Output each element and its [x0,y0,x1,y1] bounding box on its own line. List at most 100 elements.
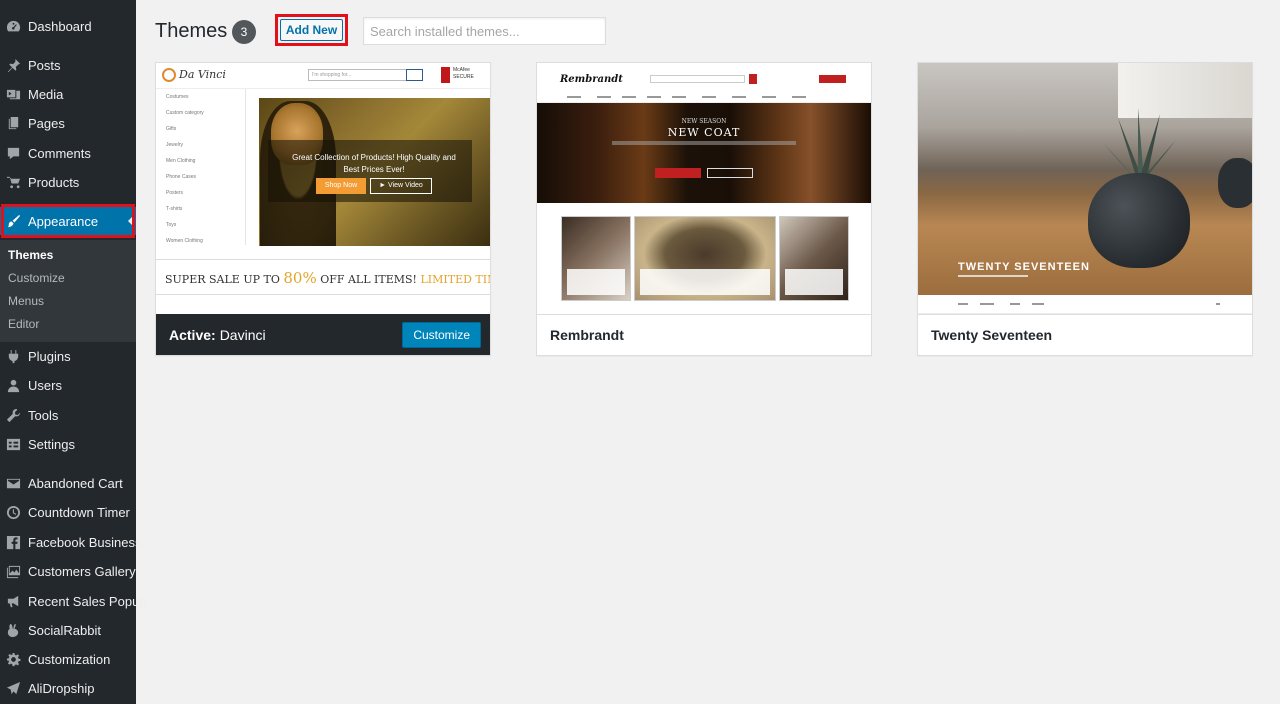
menu-label: Countdown Timer [28,504,130,520]
preview-security-badge [749,74,757,84]
plugin-icon [5,348,21,364]
menu-products[interactable]: Products [0,168,136,196]
preview-category: Jewelry [166,142,183,148]
rabbit-icon [5,622,21,638]
preview-plant-pot [1218,158,1252,208]
menu-appearance[interactable]: Appearance [0,207,136,235]
menu-alidropship[interactable]: AliDropship [0,674,136,702]
preview-category: T-shirts [166,206,183,212]
preview-hero-title: TWENTY SEVENTEEN [958,261,1090,273]
envelope-icon [5,475,21,491]
submenu-customize[interactable]: Customize [8,271,65,285]
page-title: Themes [155,20,228,42]
theme-screenshot: Rembrandt NEW SEASON NEW COAT [537,63,871,314]
menu-label: Appearance [28,213,99,229]
menu-customization[interactable]: Customization [0,645,136,673]
appearance-submenu: Themes Customize Menus Editor [0,240,136,342]
submenu-editor[interactable]: Editor [8,317,39,331]
menu-media[interactable]: Media [0,80,136,108]
preview-category: Women Clothing [166,238,203,244]
preview-category: Toys [166,222,177,228]
menu-tools[interactable]: Tools [0,401,136,429]
brush-icon [5,213,21,229]
preview-hero-description [612,141,796,145]
submenu-themes[interactable]: Themes [8,248,53,262]
pin-icon [5,57,21,73]
active-label: Active: [169,326,216,343]
admin-sidebar: Dashboard Posts Media Pages Comments Pro… [0,0,147,704]
theme-card-rembrandt[interactable]: Rembrandt NEW SEASON NEW COAT Rembrandt [536,62,872,356]
menu-label: Posts [28,57,61,73]
menu-label: Abandoned Cart [28,475,123,491]
preview-hero-title: NEW COAT [667,126,741,139]
active-menu-arrow [128,214,135,228]
settings-icon [5,436,21,452]
menu-label: Media [28,86,64,102]
menu-customers-gallery[interactable]: Customers Gallery [0,557,136,585]
preview-sale-banner: SUPER SALE UP TO 80% OFF ALL ITEMS! LIMI… [156,259,490,295]
user-icon [5,377,21,393]
menu-comments[interactable]: Comments [0,139,136,167]
preview-plant-pot [1088,173,1190,268]
preview-security-badge: McAfee SECURE [441,67,481,83]
menu-dashboard[interactable]: Dashboard [0,12,136,40]
menu-recent-sales-popup[interactable]: Recent Sales Popup [0,587,147,615]
menu-label: AliDropship [28,680,95,696]
preview-hero-primary-button [655,168,701,178]
preview-category: Posters [166,190,183,196]
preview-search [650,75,745,83]
menu-countdown-timer[interactable]: Countdown Timer [0,498,136,526]
preview-logo: Rembrandt [560,74,623,85]
theme-footer: Active: Davinci Customize [156,314,490,355]
preview-category-list: Costumes Custom category Gifts Jewelry M… [156,89,246,245]
menu-posts[interactable]: Posts [0,51,136,79]
menu-facebook-business[interactable]: Facebook Business [0,528,141,556]
menu-abandoned-cart[interactable]: Abandoned Cart [0,469,136,497]
facebook-icon [5,534,21,550]
submenu-menus[interactable]: Menus [8,294,44,308]
preview-hero-secondary-button [707,168,753,178]
menu-label: Facebook Business [28,534,142,550]
theme-card-davinci[interactable]: Da Vinci I'm shopping for... McAfee SECU… [155,62,491,356]
comment-icon [5,145,21,161]
search-themes-input[interactable] [363,17,606,45]
menu-settings[interactable]: Settings [0,430,136,458]
preview-hero-kicker: NEW SEASON [681,118,727,125]
pages-icon [5,115,21,131]
gear-icon [5,651,21,667]
theme-name: Davinci [219,326,266,343]
menu-users[interactable]: Users [0,371,136,399]
menu-socialrabbit[interactable]: SocialRabbit [0,616,136,644]
theme-name: Twenty Seventeen [931,327,1053,343]
cart-icon [5,174,21,190]
menu-label: Settings [28,436,75,452]
menu-pages[interactable]: Pages [0,109,136,137]
preview-category: Phone Cases [166,174,197,180]
preview-category: Custom category [166,110,204,116]
theme-count-badge: 3 [232,20,256,44]
preview-logo: Da Vinci [162,68,226,82]
preview-category: Gifts [166,126,177,132]
preview-nav [918,295,1252,314]
theme-screenshot: TWENTY SEVENTEEN [918,63,1252,314]
customize-button[interactable]: Customize [402,322,481,348]
add-new-highlight-frame: Add New [275,14,348,46]
preview-nav [537,93,871,101]
preview-hero-tagline [958,275,1028,277]
menu-plugins[interactable]: Plugins [0,342,136,370]
theme-footer: Twenty Seventeen [918,314,1252,355]
preview-tile [561,216,631,301]
preview-banner-text: Great Collection of Products! High Quali… [292,153,456,174]
preview-header: Rembrandt [537,63,871,103]
menu-label: Customization [28,651,111,667]
theme-name: Rembrandt [550,327,624,343]
preview-shop-now-button: Shop Now [316,178,366,194]
gallery-icon [5,563,21,579]
theme-card-twenty-seventeen[interactable]: TWENTY SEVENTEEN Twenty Seventeen [917,62,1253,356]
menu-label: Plugins [28,348,71,364]
menu-label: Comments [28,145,91,161]
menu-label: Customers Gallery [28,563,136,579]
menu-label: SocialRabbit [28,622,101,638]
add-new-button[interactable]: Add New [280,19,343,41]
dashboard-icon [5,18,21,34]
